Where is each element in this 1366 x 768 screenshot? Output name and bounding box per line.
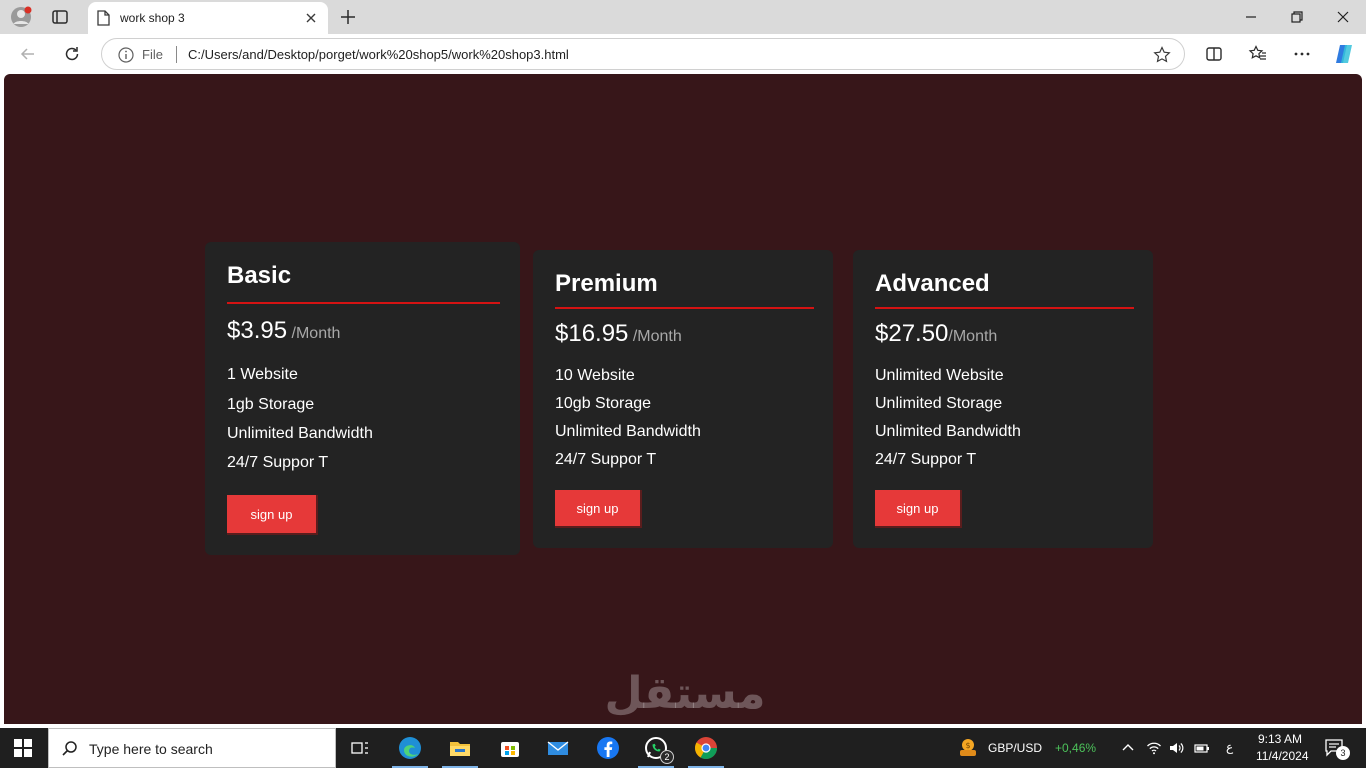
windows-start-icon[interactable] — [14, 739, 32, 757]
ticker-change: +0,46% — [1055, 741, 1097, 755]
back-arrow-icon[interactable] — [18, 44, 38, 64]
page-icon — [96, 10, 110, 26]
volume-icon[interactable] — [1168, 740, 1184, 756]
star-icon[interactable] — [1152, 45, 1172, 65]
plan-price: $16.95 /Month — [555, 320, 682, 348]
svg-text:$: $ — [965, 741, 970, 750]
address-bar[interactable]: File C:/Users/and/Desktop/porget/work%20… — [101, 38, 1185, 70]
plan-name: Advanced — [875, 270, 990, 297]
restore-icon[interactable] — [1288, 8, 1306, 26]
wifi-icon[interactable] — [1146, 740, 1162, 756]
plan-feature: 24/7 Suppor T — [555, 451, 657, 468]
copilot-icon[interactable] — [1332, 42, 1356, 66]
chevron-up-icon[interactable] — [1120, 740, 1136, 756]
plan-feature: Unlimited Bandwidth — [555, 423, 701, 440]
plan-feature: Unlimited Bandwidth — [227, 425, 373, 442]
split-screen-icon[interactable] — [1204, 44, 1224, 64]
close-tab-icon[interactable] — [304, 11, 318, 25]
whatsapp-icon[interactable]: 2 — [638, 734, 674, 768]
stock-ticker-icon[interactable]: $ — [956, 736, 980, 760]
task-view-icon[interactable] — [346, 734, 374, 762]
info-icon[interactable] — [118, 47, 134, 63]
input-language[interactable]: ع — [1226, 740, 1233, 754]
url-text[interactable]: C:/Users/and/Desktop/porget/work%20shop5… — [188, 47, 569, 62]
price-amount: $3.95 — [227, 317, 288, 344]
sign-up-button[interactable]: sign up — [555, 490, 642, 528]
price-period: /Month — [632, 328, 682, 345]
microsoft-store-icon[interactable] — [496, 734, 524, 762]
plan-feature: 24/7 Suppor T — [227, 454, 329, 471]
sign-up-button[interactable]: sign up — [227, 495, 318, 535]
ticker-name[interactable]: GBP/USD — [988, 741, 1042, 755]
battery-icon[interactable] — [1194, 740, 1210, 756]
plan-feature: Unlimited Website — [875, 367, 1004, 384]
plan-divider — [227, 302, 500, 304]
taskbar: Type here to search 2 $ GBP/USD +0,46% ع — [0, 728, 1366, 768]
whatsapp-badge: 2 — [660, 750, 674, 764]
plan-name: Premium — [555, 270, 658, 297]
plan-feature: 10gb Storage — [555, 395, 652, 412]
more-options-icon[interactable] — [1292, 44, 1312, 64]
active-tab[interactable]: work shop 3 — [88, 2, 328, 34]
chrome-icon[interactable] — [688, 734, 724, 768]
sign-up-button[interactable]: sign up — [875, 490, 962, 528]
price-amount: $16.95 — [555, 320, 629, 347]
plan-feature: 1gb Storage — [227, 396, 315, 413]
notification-count: 3 — [1336, 746, 1350, 760]
tab-title: work shop 3 — [120, 11, 185, 25]
price-period: /Month — [291, 325, 341, 342]
pricing-card-advanced: Advanced $27.50/Month Unlimited Website … — [853, 250, 1153, 548]
mail-icon[interactable] — [544, 734, 572, 762]
facebook-icon[interactable] — [594, 734, 622, 762]
price-amount: $27.50 — [875, 320, 949, 347]
plan-feature: Unlimited Bandwidth — [875, 423, 1021, 440]
watermark-logo: مستقل — [600, 670, 770, 718]
plan-feature: 24/7 Suppor T — [875, 451, 977, 468]
plan-name: Basic — [227, 262, 292, 289]
browser-tab-strip: work shop 3 — [0, 0, 1366, 34]
file-explorer-icon[interactable] — [442, 734, 478, 768]
plan-feature: Unlimited Storage — [875, 395, 1003, 412]
pricing-card-premium: Premium $16.95 /Month 10 Website 10gb St… — [533, 250, 833, 548]
profile-avatar-icon[interactable] — [10, 6, 32, 28]
scheme-label: File — [142, 47, 163, 62]
plan-divider — [555, 307, 814, 309]
plan-divider — [875, 307, 1134, 309]
notifications-icon[interactable]: 3 — [1324, 738, 1350, 760]
watermark-arabic: مستقل — [604, 668, 766, 719]
minimize-icon[interactable] — [1242, 8, 1260, 26]
search-icon — [61, 740, 79, 758]
taskbar-search-box[interactable]: Type here to search — [48, 728, 336, 768]
tab-actions-menu-icon[interactable] — [50, 7, 70, 27]
reload-icon[interactable] — [62, 44, 82, 64]
address-divider — [176, 46, 177, 63]
new-tab-icon[interactable] — [338, 7, 358, 27]
plan-price: $27.50/Month — [875, 320, 997, 348]
pricing-card-basic: Basic $3.95 /Month 1 Website 1gb Storage… — [205, 242, 520, 555]
edge-browser-icon[interactable] — [392, 734, 428, 768]
favorites-icon[interactable] — [1248, 44, 1268, 64]
clock-time[interactable]: 9:13 AM — [1258, 732, 1302, 746]
search-placeholder: Type here to search — [89, 741, 213, 757]
close-window-icon[interactable] — [1334, 8, 1352, 26]
web-page: Basic $3.95 /Month 1 Website 1gb Storage… — [4, 74, 1362, 724]
plan-feature: 10 Website — [555, 367, 635, 384]
price-period: /Month — [948, 328, 998, 345]
browser-toolbar: File C:/Users/and/Desktop/porget/work%20… — [0, 34, 1366, 74]
clock-date[interactable]: 11/4/2024 — [1256, 749, 1309, 763]
plan-price: $3.95 /Month — [227, 317, 340, 345]
plan-feature: 1 Website — [227, 366, 298, 383]
